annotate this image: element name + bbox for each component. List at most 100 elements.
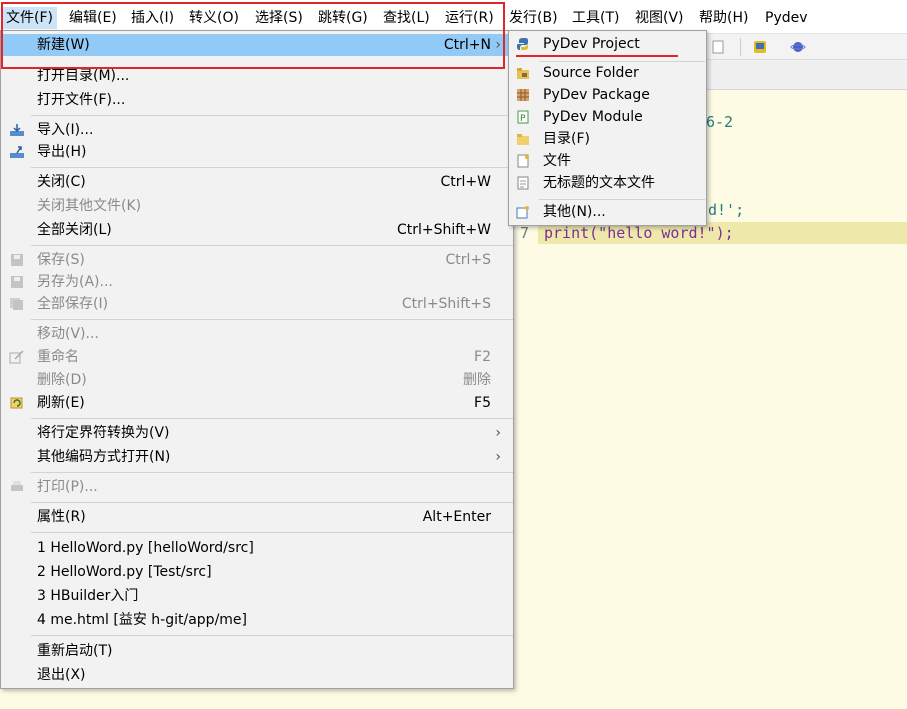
menu-separator — [539, 199, 705, 200]
menu-item-close-all[interactable]: 全部关闭(L) Ctrl+Shift+W — [1, 219, 513, 241]
menu-select[interactable]: 选择(S) — [251, 7, 307, 29]
shortcut-label: Ctrl+S — [445, 252, 491, 268]
menu-separator — [31, 502, 513, 503]
menu-item-label: 全部关闭(L) — [37, 222, 112, 238]
menu-item-import[interactable]: 导入(I)... — [1, 119, 513, 141]
menu-item-refresh[interactable]: 刷新(E) F5 — [1, 392, 513, 414]
menu-publish[interactable]: 发行(B) — [505, 7, 562, 29]
menu-item-properties[interactable]: 属性(R) Alt+Enter — [1, 506, 513, 528]
menu-item-label: 刷新(E) — [37, 395, 85, 411]
shortcut-label: 删除 — [463, 372, 491, 388]
shortcut-label: F5 — [474, 395, 491, 411]
shortcut-label: Ctrl+Shift+W — [396, 222, 491, 238]
menu-item-recent-file[interactable]: 4 me.html [益安 h-git/app/me] — [1, 609, 513, 631]
globe-icon[interactable] — [790, 39, 806, 55]
menu-item-label: 属性(R) — [37, 509, 86, 525]
menu-edit[interactable]: 编辑(E) — [65, 7, 121, 29]
code-fragment: 6-2 — [706, 113, 734, 131]
code-line[interactable]: print("hello word!"); — [544, 224, 734, 242]
menu-item-label: 将行定界符转换为(V) — [37, 425, 170, 441]
menu-help[interactable]: 帮助(H) — [695, 7, 752, 29]
menu-item-label: 新建(W) — [37, 37, 90, 53]
menu-separator — [31, 167, 513, 168]
menu-goto[interactable]: 跳转(G) — [314, 7, 372, 29]
line-number: 7 — [520, 224, 530, 242]
menu-tools[interactable]: 工具(T) — [568, 7, 623, 29]
menu-item-label: 保存(S) — [37, 252, 85, 268]
submenu-item-file[interactable]: 文件 — [509, 150, 706, 172]
submenu-item-pydev-module[interactable]: P PyDev Module — [509, 106, 706, 128]
submenu-arrow-icon: › — [495, 449, 501, 465]
menu-separator — [31, 245, 513, 246]
rename-icon — [9, 350, 24, 364]
menu-item-delete: 删除(D) 删除 — [1, 369, 513, 391]
menu-item-label: 另存为(A)... — [37, 274, 113, 290]
menu-item-label: 4 me.html [益安 h-git/app/me] — [37, 612, 247, 628]
menu-item-open-file[interactable]: 打开文件(F)... — [1, 89, 513, 111]
menu-item-label: 打印(P)... — [37, 479, 98, 495]
submenu-item-label: PyDev Package — [543, 87, 650, 103]
menu-item-label: 1 HelloWord.py [helloWord/src] — [37, 540, 254, 556]
menu-item-label: 打开文件(F)... — [37, 92, 126, 108]
export-icon — [10, 146, 24, 158]
menu-separator — [31, 472, 513, 473]
menu-item-export[interactable]: 导出(H) — [1, 141, 513, 163]
submenu-item-directory[interactable]: 目录(F) — [509, 128, 706, 150]
menu-insert[interactable]: 插入(I) — [127, 7, 178, 29]
save-as-icon — [11, 276, 23, 288]
menu-escape[interactable]: 转义(O) — [185, 7, 243, 29]
menu-item-open-with-encoding[interactable]: 其他编码方式打开(N) › — [1, 446, 513, 468]
menu-item-label: 3 HBuilder入门 — [37, 588, 139, 604]
source-folder-icon — [517, 68, 529, 79]
folder-icon — [517, 134, 529, 145]
code-fragment: d!'; — [708, 201, 745, 219]
menu-view[interactable]: 视图(V) — [631, 7, 688, 29]
save-icon — [11, 254, 23, 266]
menu-item-label: 删除(D) — [37, 372, 87, 388]
menu-separator — [31, 532, 513, 533]
menu-item-move: 移动(V)... — [1, 323, 513, 345]
menu-item-exit[interactable]: 退出(X) — [1, 664, 513, 686]
menu-pydev[interactable]: Pydev — [761, 7, 812, 29]
menu-item-label: 导入(I)... — [37, 122, 94, 138]
editor-tab-strip — [700, 60, 907, 90]
python-run-icon[interactable] — [752, 39, 768, 55]
module-icon: P — [517, 110, 529, 124]
submenu-item-label: Source Folder — [543, 65, 639, 81]
menu-item-save: 保存(S) Ctrl+S — [1, 249, 513, 271]
menu-bar: 文件(F) 编辑(E) 插入(I) 转义(O) 选择(S) 跳转(G) 查找(L… — [0, 0, 907, 34]
submenu-item-other[interactable]: 其他(N)... — [509, 201, 706, 223]
menu-item-label: 退出(X) — [37, 667, 86, 683]
menu-item-label: 关闭(C) — [37, 174, 86, 190]
import-icon — [10, 124, 24, 136]
menu-item-restart[interactable]: 重新启动(T) — [1, 640, 513, 662]
submenu-item-untitled-text-file[interactable]: 无标题的文本文件 — [509, 172, 706, 194]
menu-item-label: 关闭其他文件(K) — [37, 198, 142, 214]
menu-item-recent-file[interactable]: 2 HelloWord.py [Test/src] — [1, 561, 513, 583]
shortcut-label: Ctrl+Shift+S — [401, 296, 491, 312]
submenu-item-pydev-package[interactable]: PyDev Package — [509, 84, 706, 106]
shortcut-label: Alt+Enter — [422, 509, 491, 525]
menu-find[interactable]: 查找(L) — [379, 7, 434, 29]
toolbar — [700, 34, 907, 60]
menu-separator — [31, 319, 513, 320]
submenu-item-label: 目录(F) — [543, 131, 590, 147]
submenu-arrow-icon: › — [495, 425, 501, 441]
menu-run[interactable]: 运行(R) — [441, 7, 498, 29]
file-menu-dropdown: 新建(W) Ctrl+N › 打开目录(M)... 打开文件(F)... 导入(… — [0, 30, 514, 689]
menu-item-recent-file[interactable]: 3 HBuilder入门 — [1, 585, 513, 607]
page-icon[interactable] — [710, 39, 726, 55]
menu-item-convert-line-delimiters[interactable]: 将行定界符转换为(V) › — [1, 422, 513, 444]
submenu-item-source-folder[interactable]: Source Folder — [509, 62, 706, 84]
menu-item-open-directory[interactable]: 打开目录(M)... — [1, 65, 513, 87]
submenu-item-pydev-project[interactable]: PyDev Project — [509, 33, 706, 55]
text-file-icon — [517, 176, 529, 190]
menu-item-close[interactable]: 关闭(C) Ctrl+W — [1, 171, 513, 193]
menu-item-label: 2 HelloWord.py [Test/src] — [37, 564, 212, 580]
submenu-arrow-icon: › — [495, 37, 501, 53]
menu-item-label: 全部保存(I) — [37, 296, 109, 312]
menu-item-recent-file[interactable]: 1 HelloWord.py [helloWord/src] — [1, 537, 513, 559]
shortcut-label: Ctrl+N — [443, 37, 491, 53]
menu-file[interactable]: 文件(F) — [2, 7, 57, 29]
menu-item-new[interactable]: 新建(W) Ctrl+N › — [1, 34, 513, 56]
